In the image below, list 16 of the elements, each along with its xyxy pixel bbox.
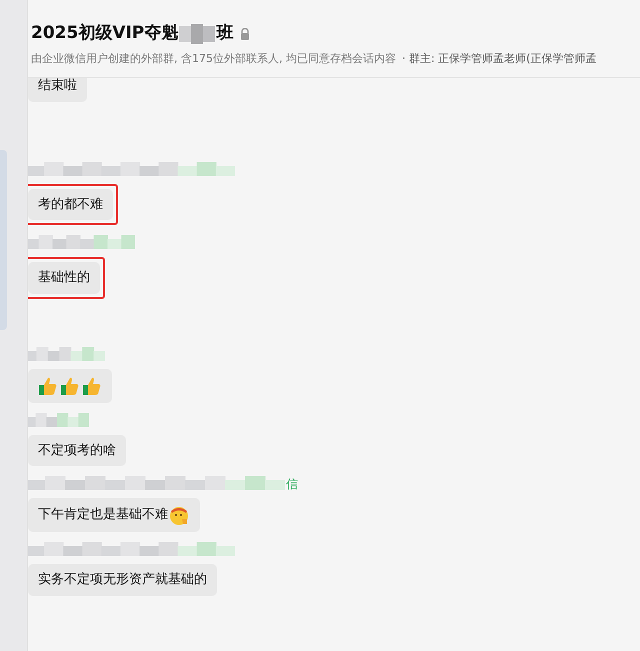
thumbs-up-icon: [82, 376, 102, 396]
group-description: 由企业微信用户创建的外部群, 含175位外部联系人, 均已同意存档会话内容: [31, 50, 396, 66]
emoji-face-icon: [168, 504, 190, 526]
blurred-name-drawing: [179, 24, 216, 44]
message-bubble: 结束啦: [28, 78, 87, 102]
thumbs-up-icon: [38, 376, 58, 396]
message-bubble: 不定项考的啥: [28, 434, 126, 466]
thumbs-up-icon: [60, 376, 80, 396]
group-title: 2025初级VIP夺魁: [31, 22, 178, 45]
group-owner: · 群主: 正保学管师孟老师(正保学管师孟: [402, 50, 596, 66]
group-title-end: 班: [216, 22, 234, 45]
message-bubble: 实务不定项无形资产就基础的: [28, 564, 217, 596]
message-bubble: 考的都不难: [28, 188, 113, 220]
sender-name: 信: [286, 478, 298, 490]
message-bubble: 基础性的: [28, 262, 100, 294]
message-bubble: 下午肯定也是基础不难: [28, 498, 200, 532]
